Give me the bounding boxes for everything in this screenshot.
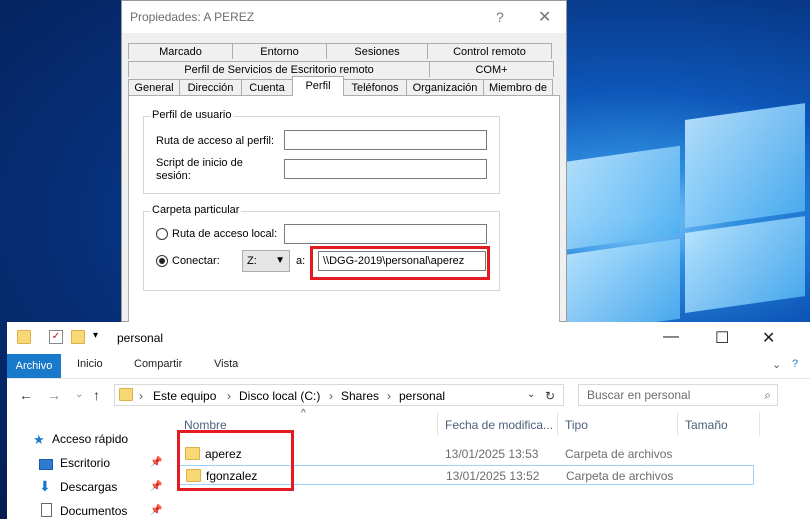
pin-icon: 📌 [150, 457, 163, 468]
profile-path-label: Ruta de acceso al perfil: [156, 135, 275, 147]
tab-com-plus[interactable]: COM+ [429, 61, 554, 77]
tab-marcado[interactable]: Marcado [128, 43, 233, 59]
window-title: personal [117, 331, 164, 345]
drive-letter-value: Z: [247, 255, 257, 267]
breadcrumb-personal[interactable]: personal [399, 389, 445, 403]
tab-control-remoto[interactable]: Control remoto [427, 43, 552, 59]
properties-icon[interactable]: ✓ [49, 330, 63, 344]
up-icon[interactable]: ↑ [93, 387, 100, 403]
search-input[interactable]: Buscar en personal ⌕ [578, 384, 778, 406]
file-type: Carpeta de archivos [566, 469, 674, 483]
tab-perfil[interactable]: Perfil [292, 76, 344, 96]
navigation-bar: ← → ⌄ ↑ › Este equipo › Disco local (C:)… [7, 378, 810, 411]
user-profile-legend: Perfil de usuario [150, 109, 234, 121]
star-icon: ★ [33, 432, 45, 447]
dialog-titlebar: Propiedades: A PEREZ ? ✕ [122, 1, 566, 33]
close-window-icon[interactable]: ✕ [762, 328, 775, 348]
ribbon-tab-compartir[interactable]: Compartir [134, 358, 182, 370]
customize-toolbar-icon[interactable]: ▾ [93, 330, 98, 341]
help-icon[interactable]: ? [792, 358, 798, 370]
tab-sesiones[interactable]: Sesiones [326, 43, 428, 59]
ribbon-tab-vista[interactable]: Vista [214, 358, 238, 370]
nav-descargas[interactable]: Descargas [60, 480, 117, 494]
expand-ribbon-icon[interactable]: ⌄ [772, 358, 781, 371]
local-path-label: Ruta de acceso local: [172, 228, 278, 240]
new-folder-icon[interactable] [71, 330, 85, 344]
home-folder-legend: Carpeta particular [150, 204, 242, 216]
sort-ascending-icon: ^ [301, 408, 306, 419]
tab-organizacion[interactable]: Organización [406, 79, 484, 95]
column-tamano[interactable]: Tamaño [685, 418, 728, 432]
dialog-title: Propiedades: A PEREZ [130, 10, 255, 24]
pin-icon: 📌 [150, 505, 163, 516]
ribbon-tab-inicio[interactable]: Inicio [77, 358, 103, 370]
column-tipo[interactable]: Tipo [565, 418, 588, 432]
help-icon[interactable]: ? [496, 9, 504, 25]
tab-telefonos[interactable]: Teléfonos [343, 79, 407, 95]
file-explorer-window: ✓ ▾ personal — ☐ ✕ Archivo Inicio Compar… [7, 322, 810, 519]
breadcrumb-este-equipo[interactable]: Este equipo [153, 389, 216, 403]
file-date: 13/01/2025 13:53 [445, 447, 539, 461]
file-type: Carpeta de archivos [565, 447, 673, 461]
breadcrumb-separator-icon: › [227, 389, 231, 403]
folder-icon [119, 388, 133, 401]
tab-entorno[interactable]: Entorno [232, 43, 327, 59]
profile-path-input[interactable] [284, 130, 487, 150]
pin-icon: 📌 [150, 481, 163, 492]
breadcrumb-separator-icon: › [329, 389, 333, 403]
highlight-box-folders [177, 430, 294, 491]
document-icon [41, 503, 52, 517]
column-fecha[interactable]: Fecha de modifica... [445, 418, 553, 432]
windows-logo [565, 103, 805, 337]
navigation-pane: ★ Acceso rápido Escritorio 📌 ⬇ Descargas… [7, 410, 167, 519]
connect-label: Conectar: [172, 255, 220, 267]
ribbon-tabs: Archivo Inicio Compartir Vista ⌄ ? [7, 354, 810, 378]
profile-tab-panel: Perfil de usuario Ruta de acceso al perf… [128, 95, 560, 323]
to-label: a: [296, 255, 306, 267]
download-icon: ⬇ [39, 478, 51, 494]
nav-acceso-rapido[interactable]: Acceso rápido [52, 432, 128, 446]
file-date: 13/01/2025 13:52 [446, 469, 540, 483]
logon-script-input[interactable] [284, 159, 487, 179]
recent-locations-icon[interactable]: ⌄ [75, 389, 83, 400]
back-icon[interactable]: ← [19, 387, 33, 403]
nav-documentos[interactable]: Documentos [60, 504, 127, 518]
local-path-radio[interactable] [156, 228, 168, 240]
chevron-down-icon: ▼ [275, 255, 285, 266]
minimize-icon[interactable]: — [663, 328, 679, 346]
breadcrumb-separator-icon: › [387, 389, 391, 403]
tab-perfil-escritorio-remoto[interactable]: Perfil de Servicios de Escritorio remoto [128, 61, 430, 77]
drive-letter-select[interactable]: Z: ▼ [242, 250, 290, 272]
desktop-icon [39, 459, 53, 470]
close-icon[interactable]: ✕ [538, 7, 551, 27]
search-placeholder: Buscar en personal [587, 388, 691, 402]
tab-cuenta[interactable]: Cuenta [241, 79, 293, 95]
local-path-input[interactable] [284, 224, 487, 244]
address-dropdown-icon[interactable]: ⌄ [527, 389, 535, 400]
refresh-icon[interactable]: ↻ [545, 389, 555, 403]
logon-script-label: Script de inicio de sesión: [156, 157, 243, 182]
breadcrumb-shares[interactable]: Shares [341, 389, 379, 403]
tab-direccion[interactable]: Dirección [179, 79, 242, 95]
properties-dialog: Propiedades: A PEREZ ? ✕ Marcado Entorno… [121, 0, 567, 323]
highlight-box-connect-path [310, 246, 490, 280]
address-bar[interactable]: › Este equipo › Disco local (C:) › Share… [114, 384, 564, 406]
user-profile-group: Perfil de usuario Ruta de acceso al perf… [143, 109, 500, 194]
explorer-titlebar: ✓ ▾ personal — ☐ ✕ [7, 322, 810, 354]
breadcrumb-disco-local[interactable]: Disco local (C:) [239, 389, 320, 403]
ribbon-tab-archivo[interactable]: Archivo [7, 354, 61, 378]
forward-icon[interactable]: → [47, 387, 61, 403]
tab-miembro-de[interactable]: Miembro de [483, 79, 553, 95]
breadcrumb-separator-icon: › [139, 389, 143, 403]
search-icon: ⌕ [764, 388, 771, 402]
connect-radio[interactable] [156, 255, 168, 267]
folder-icon [17, 330, 31, 344]
maximize-icon[interactable]: ☐ [715, 328, 729, 348]
nav-escritorio[interactable]: Escritorio [60, 456, 110, 470]
tab-general[interactable]: General [128, 79, 180, 95]
